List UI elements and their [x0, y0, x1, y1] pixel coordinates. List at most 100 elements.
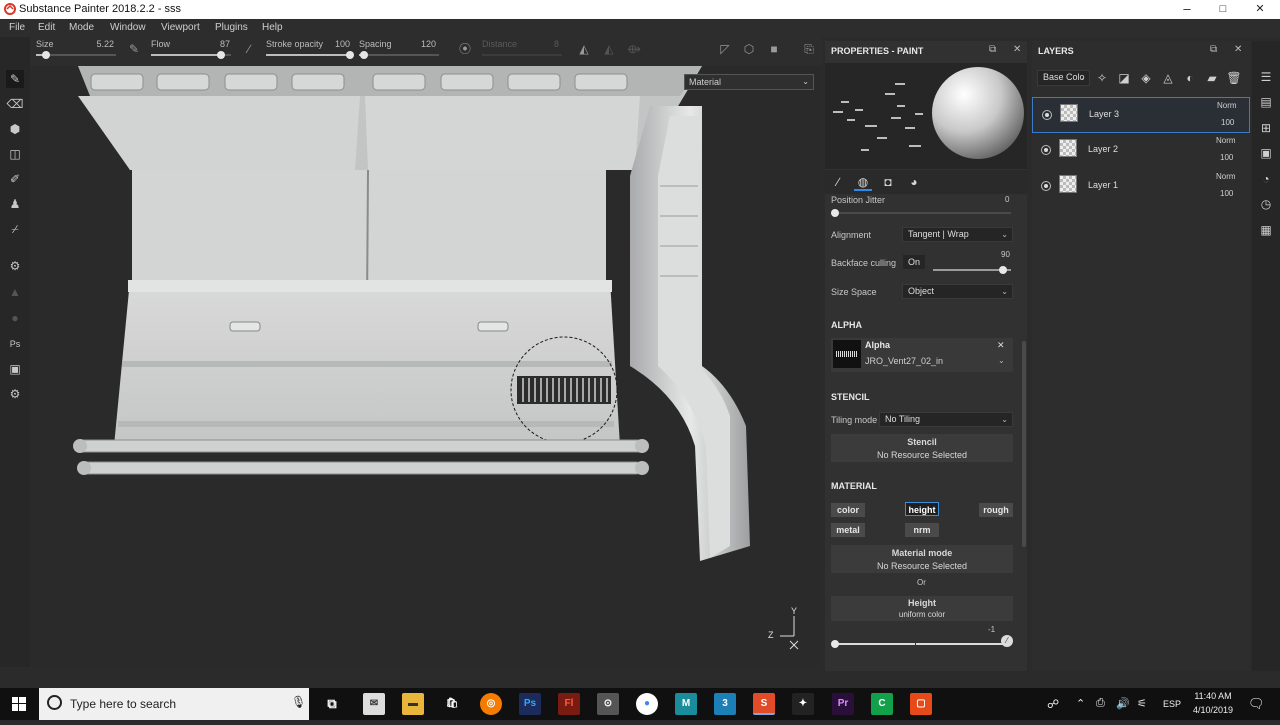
smudge-tool-icon[interactable]: ✐	[6, 170, 24, 188]
size-slider[interactable]	[36, 51, 116, 59]
people-icon[interactable]: ☍	[1047, 697, 1059, 711]
layer-opacity[interactable]: 100	[1221, 118, 1234, 127]
flash-app-icon[interactable]: Fl	[558, 693, 580, 715]
position-jitter-value[interactable]: 0	[1005, 195, 1009, 204]
alignment-select[interactable]: Tangent | Wrap ⌄	[902, 227, 1013, 242]
notifications-icon[interactable]: 🗨	[1248, 696, 1265, 712]
channel-metal-button[interactable]: metal	[831, 523, 865, 537]
texture-set-settings-icon[interactable]: ⊞	[1259, 121, 1273, 135]
log-icon[interactable]: ▦	[1259, 223, 1273, 237]
tiling-mode-select[interactable]: No Tiling ⌄	[879, 412, 1013, 427]
spacing-slider[interactable]	[359, 51, 439, 59]
clone-tool-icon[interactable]: ♟	[6, 195, 24, 213]
flow-value[interactable]: 87	[210, 39, 230, 49]
stroke-opacity-slider[interactable]	[266, 51, 354, 59]
tray-app-icon[interactable]: ⎙	[1096, 697, 1105, 710]
layer-opacity[interactable]: 100	[1220, 189, 1233, 198]
clear-alpha-icon[interactable]: ✕	[997, 340, 1005, 351]
blender-icon[interactable]: ◎	[480, 693, 502, 715]
start-button[interactable]	[0, 688, 38, 720]
menu-help[interactable]: Help	[262, 22, 283, 33]
screenshot-icon[interactable]: ⎘	[802, 42, 816, 56]
add-folder-icon[interactable]: ▰	[1204, 70, 1220, 86]
channel-color-button[interactable]: color	[831, 503, 865, 517]
tab-stencil-icon[interactable]: ◕	[905, 173, 923, 191]
backface-culling-slider[interactable]	[933, 266, 1011, 274]
properties-scrollbar[interactable]	[1022, 341, 1026, 547]
chrome-icon[interactable]: ●	[636, 693, 658, 715]
backface-culling-value[interactable]: 90	[1001, 250, 1010, 259]
tab-material-icon[interactable]: ◍	[854, 173, 872, 191]
spacing-value[interactable]: 120	[416, 39, 436, 49]
layer-blend-mode[interactable]: Norm	[1217, 101, 1237, 110]
layer-row[interactable]: Layer 3 Norm 100	[1032, 97, 1250, 133]
height-color-picker-icon[interactable]: ⁄	[1001, 635, 1013, 647]
viewport-material-dropdown[interactable]: Material ⌄	[684, 74, 814, 90]
photoshop-app-icon[interactable]: Ps	[519, 693, 541, 715]
flow-slider[interactable]	[151, 51, 231, 59]
add-mask-icon[interactable]: ◪	[1116, 70, 1132, 86]
close-panel-icon[interactable]: ✕	[1234, 44, 1242, 55]
menu-window[interactable]: Window	[110, 22, 146, 33]
layer-row[interactable]: Layer 2 Norm 100	[1032, 133, 1250, 169]
channel-nrm-button[interactable]: nrm	[905, 523, 939, 537]
height-value[interactable]: -1	[988, 625, 995, 634]
undock-icon[interactable]: ⧉	[989, 44, 996, 55]
delete-layer-icon[interactable]: 🗑	[1226, 70, 1242, 86]
taskbar-search[interactable]: Type here to search 🎙	[39, 688, 309, 720]
substance-painter-app-icon[interactable]: S	[753, 693, 775, 715]
viewport-2d-icon[interactable]: ◸	[718, 42, 732, 56]
menu-viewport[interactable]: Viewport	[161, 22, 200, 33]
task-view-icon[interactable]: ⧉	[321, 693, 343, 715]
mail-app-icon[interactable]: ✉	[363, 693, 385, 715]
volume-icon[interactable]: 🔊	[1116, 697, 1130, 710]
premiere-app-icon[interactable]: Pr	[832, 693, 854, 715]
add-fill-layer-icon[interactable]: ◬	[1160, 70, 1176, 86]
size-space-select[interactable]: Object ⌄	[902, 284, 1013, 299]
maya-app-icon[interactable]: M	[675, 693, 697, 715]
layers-shortcut-icon[interactable]: ☰	[1259, 70, 1273, 84]
clock-time[interactable]: 11:40 AM	[1192, 691, 1234, 701]
minimize-button[interactable]: –	[1169, 0, 1205, 19]
brush-pressure-icon[interactable]: ✎	[127, 42, 141, 56]
properties-scroll-area[interactable]: Position Jitter 0 Alignment Tangent | Wr…	[825, 194, 1021, 671]
channel-select[interactable]: Base Colo ⌄	[1037, 70, 1090, 86]
lazy-mouse-icon[interactable]: ⦿	[458, 42, 472, 56]
menu-edit[interactable]: Edit	[38, 22, 55, 33]
undock-icon[interactable]: ⧉	[1210, 44, 1217, 55]
flow-pressure-icon[interactable]: ∕	[242, 42, 256, 56]
polygon-fill-tool-icon[interactable]: ◫	[6, 145, 24, 163]
settings-gear-icon[interactable]: ⚙	[6, 385, 24, 403]
menu-mode[interactable]: Mode	[69, 22, 94, 33]
projection-tool-icon[interactable]: ⬢	[6, 120, 24, 138]
iray-render-icon[interactable]: ▣	[6, 360, 24, 378]
bake-tool-icon[interactable]: ⚙	[6, 257, 24, 275]
add-layer-icon[interactable]: ◈	[1138, 70, 1154, 86]
shader-settings-icon[interactable]: ◔	[1259, 172, 1273, 186]
close-button[interactable]: ✕	[1242, 0, 1278, 19]
inkscape-app-icon[interactable]: ✦	[792, 693, 814, 715]
store-icon[interactable]: 🛍	[441, 693, 463, 715]
menu-file[interactable]: File	[9, 22, 25, 33]
history-icon[interactable]: ◷	[1259, 197, 1273, 211]
orange-app-icon[interactable]: ▢	[910, 693, 932, 715]
add-effect-icon[interactable]: ✧	[1094, 70, 1110, 86]
language-indicator[interactable]: ESP	[1163, 699, 1181, 709]
channel-rough-button[interactable]: rough	[979, 503, 1013, 517]
camera-icon[interactable]: ■	[767, 42, 781, 56]
layer-opacity[interactable]: 100	[1220, 153, 1233, 162]
material-mode-slot[interactable]: Material mode No Resource Selected	[831, 545, 1013, 573]
texture-set-list-icon[interactable]: ▤	[1259, 95, 1273, 109]
3d-viewport[interactable]: Material ⌄ Y Z	[30, 66, 822, 666]
menu-plugins[interactable]: Plugins	[215, 22, 248, 33]
maximize-button[interactable]: □	[1205, 0, 1241, 19]
visibility-eye-icon[interactable]	[1041, 145, 1051, 155]
eraser-tool-icon[interactable]: ⌫	[6, 95, 24, 113]
tab-alpha-icon[interactable]: ◘	[879, 173, 897, 191]
file-explorer-icon[interactable]: ▬	[402, 693, 424, 715]
channel-height-button[interactable]: height	[905, 502, 939, 516]
size-value[interactable]: 5.22	[92, 39, 114, 49]
close-panel-icon[interactable]: ✕	[1013, 44, 1021, 55]
tray-expand-icon[interactable]: ⌃	[1076, 697, 1085, 710]
color-picker-icon[interactable]: ⌿	[6, 220, 24, 238]
